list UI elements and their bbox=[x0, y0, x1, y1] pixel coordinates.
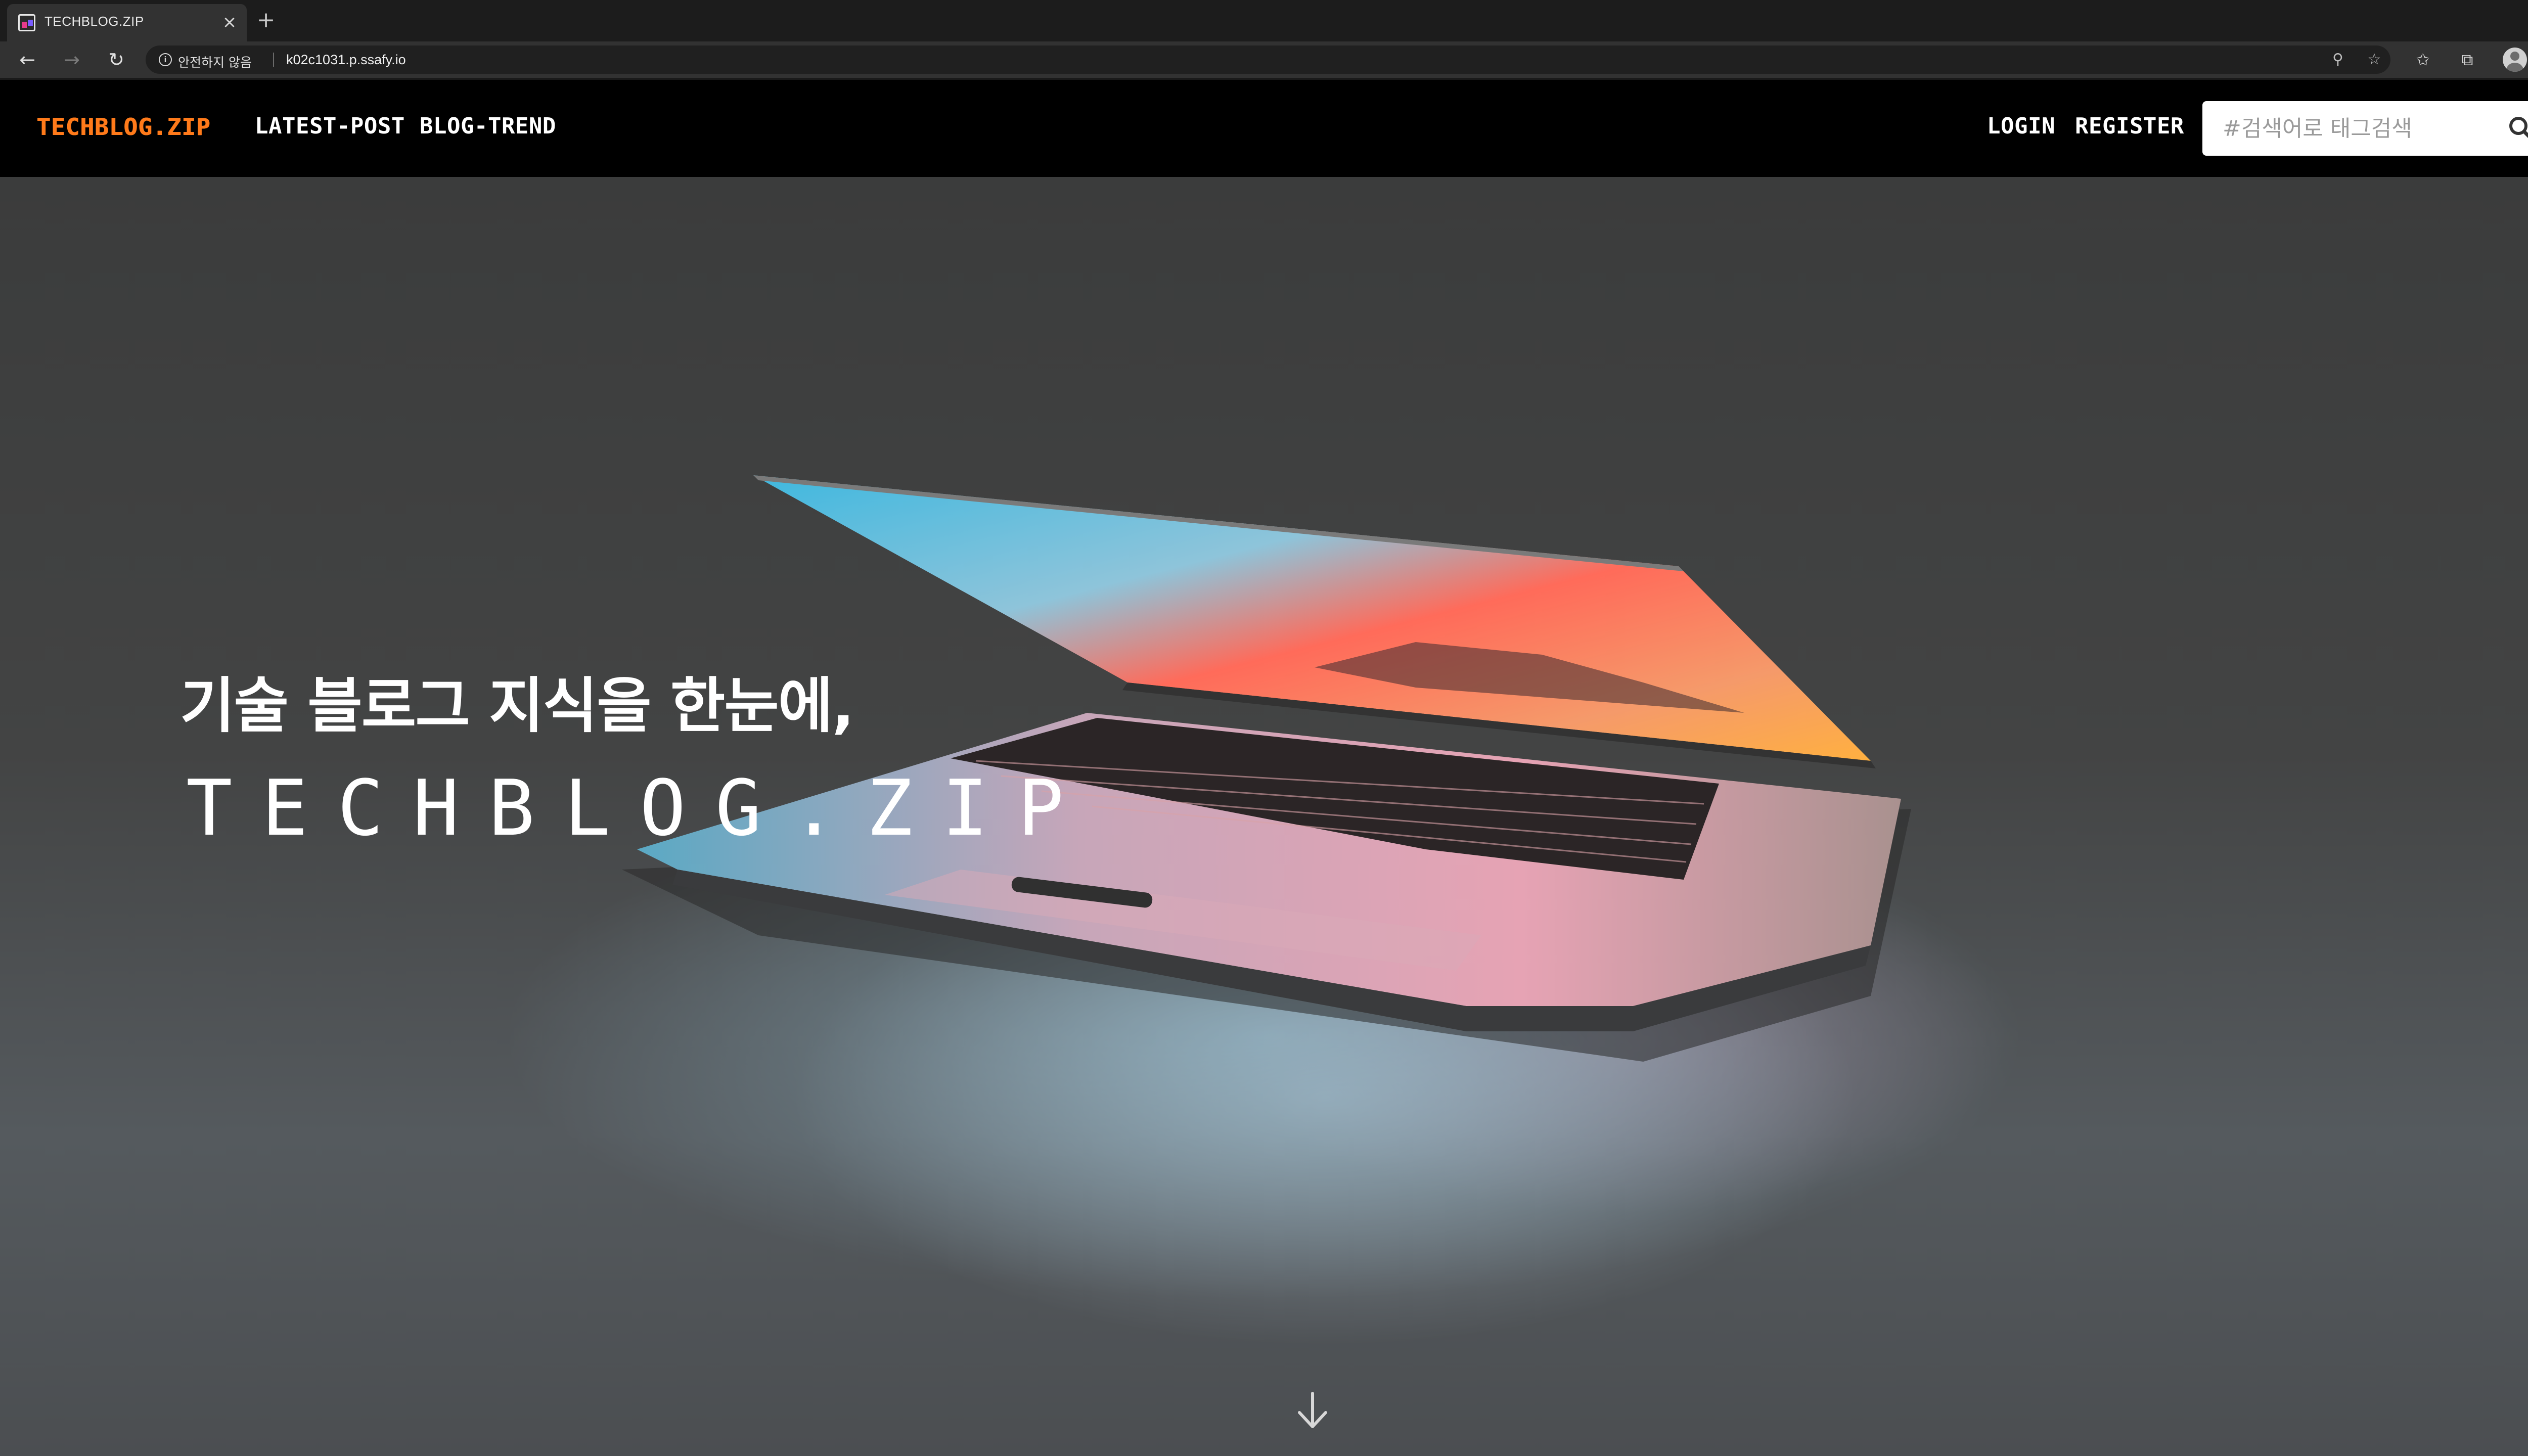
site-info-icon[interactable]: i bbox=[159, 53, 172, 66]
url-text[interactable]: k02c1031.p.ssafy.io bbox=[286, 52, 406, 68]
register-link[interactable]: REGISTER bbox=[2075, 113, 2184, 139]
hero-wordmark: TECHBLOG.ZIP bbox=[186, 763, 1094, 853]
profile-avatar[interactable] bbox=[2503, 48, 2527, 72]
hero-heading: 기술 블로그 지식을 한눈에, bbox=[180, 671, 854, 741]
new-tab-button[interactable]: + bbox=[255, 9, 277, 31]
tag-search-box bbox=[2202, 101, 2528, 156]
tag-search-input[interactable] bbox=[2223, 112, 2496, 145]
tab-title: TECHBLOG.ZIP bbox=[44, 14, 144, 29]
site-favicon-icon bbox=[18, 14, 35, 31]
browser-toolbar: ← → ↻ i 안전하지 않음 k02c1031.p.ssafy.io ⚲ ☆ … bbox=[0, 41, 2528, 78]
browser-tab[interactable]: TECHBLOG.ZIP × bbox=[7, 4, 247, 41]
back-button[interactable]: ← bbox=[15, 48, 39, 72]
collections-icon[interactable]: ⧉ bbox=[2456, 49, 2478, 71]
scroll-down-arrow-icon[interactable] bbox=[1295, 1390, 1330, 1431]
forward-button[interactable]: → bbox=[60, 48, 84, 72]
security-status-label[interactable]: 안전하지 않음 bbox=[178, 53, 252, 71]
tab-close-icon[interactable]: × bbox=[219, 12, 240, 32]
site-navbar: TECHBLOG.ZIP LATEST-POST BLOG-TREND LOGI… bbox=[0, 80, 2528, 177]
zoom-icon[interactable]: ⚲ bbox=[2328, 50, 2348, 70]
brand-logo-link[interactable]: TECHBLOG.ZIP bbox=[36, 113, 210, 141]
login-link[interactable]: LOGIN bbox=[1987, 113, 2055, 139]
nav-link-blog-trend[interactable]: BLOG-TREND bbox=[420, 113, 556, 139]
reload-button[interactable]: ↻ bbox=[104, 48, 128, 72]
nav-link-latest-post[interactable]: LATEST-POST bbox=[255, 113, 405, 139]
browser-tabstrip: TECHBLOG.ZIP × + bbox=[0, 0, 2528, 41]
favorites-icon[interactable]: ✩ bbox=[2412, 49, 2434, 71]
hero-section: 기술 블로그 지식을 한눈에, TECHBLOG.ZIP bbox=[0, 177, 2528, 1456]
address-divider bbox=[273, 53, 274, 67]
address-bar[interactable]: i 안전하지 않음 k02c1031.p.ssafy.io ⚲ ☆ bbox=[146, 46, 2390, 74]
search-icon[interactable] bbox=[2507, 114, 2528, 143]
add-favorite-icon[interactable]: ☆ bbox=[2364, 50, 2384, 70]
